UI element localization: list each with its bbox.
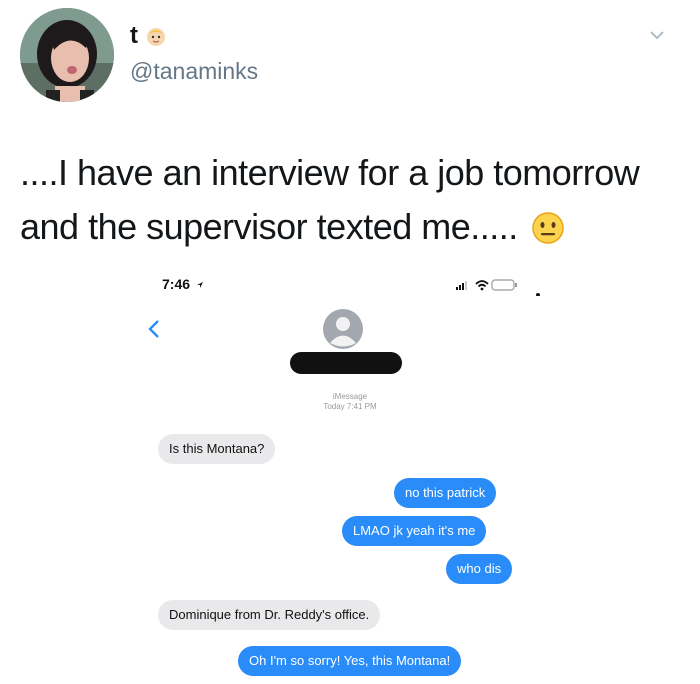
- display-name[interactable]: t: [130, 22, 168, 50]
- status-time-text: 7:46: [162, 276, 191, 292]
- message-bubble-outgoing[interactable]: no this patrick: [394, 478, 497, 508]
- message-bubble-incoming[interactable]: Dominique from Dr. Reddy's office.: [158, 600, 381, 630]
- signal-icon: [456, 281, 467, 290]
- baby-emoji: [147, 28, 165, 46]
- status-icons: [456, 279, 540, 296]
- status-time: 7:46: [162, 276, 204, 292]
- contact-avatar-icon[interactable]: [322, 308, 364, 350]
- tweet-text: ....I have an interview for a job tomorr…: [20, 146, 680, 254]
- display-name-text: t: [130, 22, 138, 49]
- profile-avatar[interactable]: [20, 8, 114, 102]
- message-bubble-outgoing[interactable]: who dis: [446, 554, 513, 584]
- location-arrow-icon: [196, 282, 203, 288]
- wifi-icon: [475, 280, 489, 291]
- conversation-info: iMessage Today 7:41 PM: [140, 392, 560, 412]
- message-timestamp: Today 7:41 PM: [323, 402, 377, 411]
- message-bubble-outgoing[interactable]: LMAO jk yeah it's me: [342, 516, 487, 546]
- service-label: iMessage: [332, 392, 368, 401]
- embedded-phone-screenshot: 7:46 iMessage Today 7:41 PM Is this Mont…: [140, 268, 560, 684]
- message-bubble-incoming[interactable]: Is this Montana?: [158, 434, 276, 464]
- redacted-contact-name: [290, 352, 402, 374]
- back-chevron-icon[interactable]: [146, 318, 162, 340]
- user-handle[interactable]: @tanaminks: [130, 58, 258, 85]
- battery-icon: [491, 279, 517, 291]
- neutral-face-emoji: [532, 212, 565, 244]
- message-bubble-outgoing[interactable]: Oh I'm so sorry! Yes, this Montana!: [238, 646, 462, 676]
- chevron-down-icon[interactable]: [648, 26, 666, 44]
- tweet-header: t @tanaminks: [0, 0, 700, 120]
